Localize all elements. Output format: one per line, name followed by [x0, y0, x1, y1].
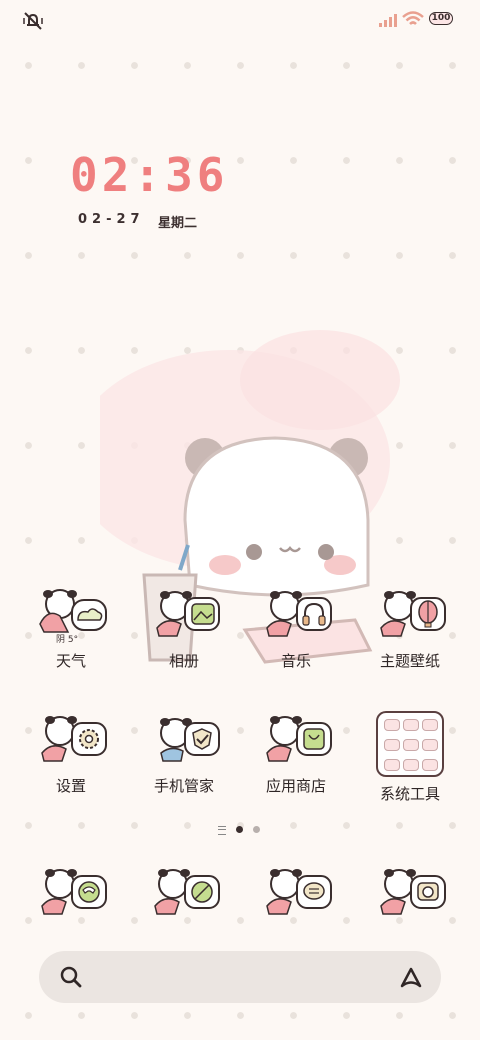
folder-system-tools[interactable]: 系统工具 [360, 711, 460, 804]
camera-icon [380, 869, 446, 915]
app-label: 应用商店 [265, 777, 326, 795]
signal-icon [379, 14, 397, 27]
app-label: 系统工具 [379, 785, 440, 803]
app-label: 天气 [55, 652, 86, 670]
vibrate-mute-icon [23, 12, 43, 30]
dock-camera[interactable] [360, 864, 460, 922]
app-label: 音乐 [280, 652, 311, 670]
system-tools-folder-icon [376, 711, 444, 777]
wifi-icon [402, 11, 424, 25]
clock-time[interactable]: 02:36 [70, 148, 228, 202]
weather-summary: 阴 5° [56, 635, 79, 645]
app-weather[interactable]: 阴 5° 天气 [21, 586, 121, 671]
page-indicator[interactable] [0, 824, 480, 836]
dock-browser[interactable] [134, 864, 234, 922]
phone-icon [41, 869, 107, 915]
messages-icon [266, 869, 332, 915]
app-label: 主题壁纸 [379, 652, 440, 670]
app-phone-manager[interactable]: 手机管家 [134, 711, 234, 796]
browser-icon [154, 869, 220, 915]
battery-indicator: 100 [429, 12, 453, 25]
app-app-store[interactable]: 应用商店 [246, 711, 346, 796]
page-dot [253, 826, 260, 833]
app-music[interactable]: 音乐 [246, 586, 346, 671]
security-icon [160, 718, 220, 762]
search-bar[interactable] [39, 951, 441, 1003]
search-icon [60, 966, 82, 988]
gallery-icon [156, 591, 220, 637]
dock-messages[interactable] [246, 864, 346, 922]
status-bar: 100 [0, 8, 480, 34]
app-label: 手机管家 [153, 777, 214, 795]
assistant-icon[interactable] [397, 963, 425, 991]
app-gallery[interactable]: 相册 [134, 586, 234, 671]
dock-phone[interactable] [21, 864, 121, 922]
app-label: 设置 [55, 777, 86, 795]
app-themes[interactable]: 主题壁纸 [360, 586, 460, 671]
themes-icon [380, 591, 446, 637]
page-list-icon [218, 826, 226, 835]
app-label: 相册 [168, 652, 199, 670]
app-store-icon [266, 716, 332, 762]
music-icon [266, 591, 332, 637]
page-dot-current [236, 826, 243, 833]
app-settings[interactable]: 设置 [21, 711, 121, 796]
clock-date: 02-27 [78, 212, 145, 227]
clock-weekday: 星期二 [158, 216, 198, 231]
settings-icon [41, 716, 107, 762]
